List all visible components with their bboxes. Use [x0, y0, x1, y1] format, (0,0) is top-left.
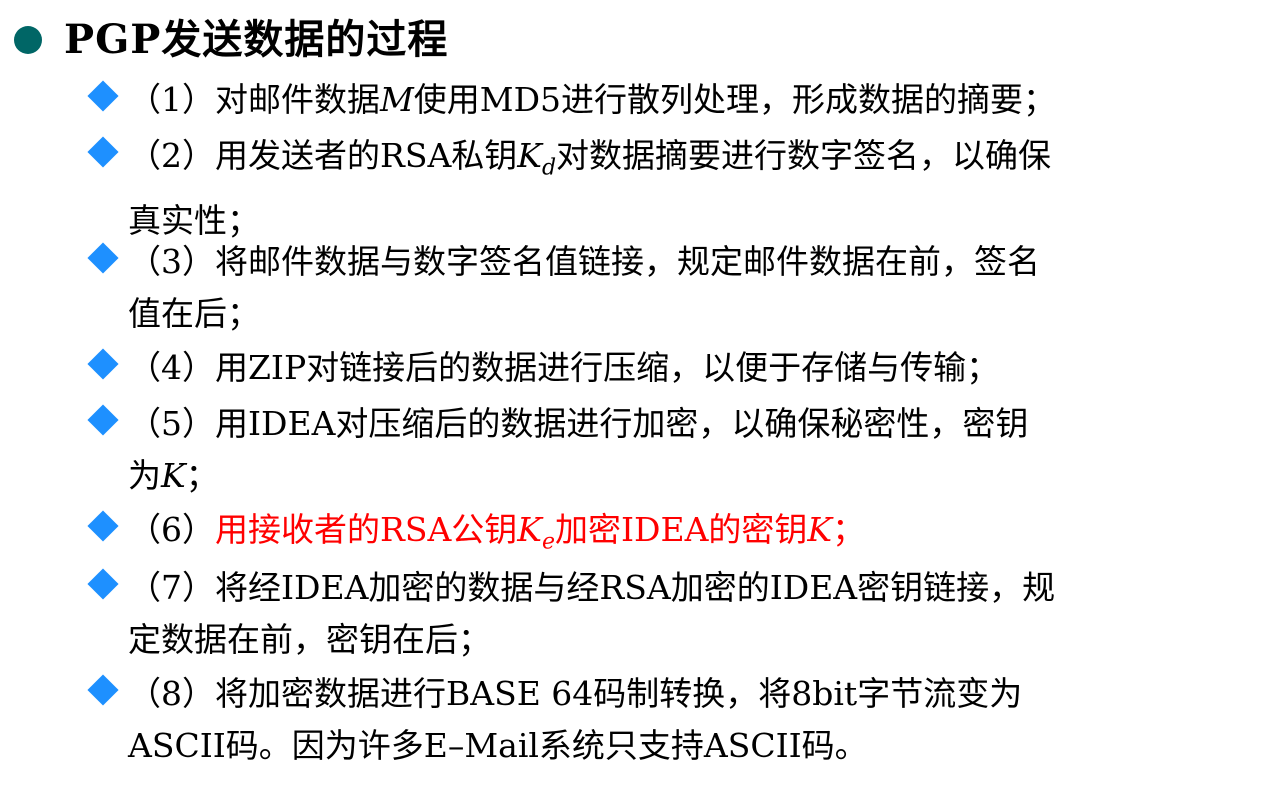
item-text: 将邮件数据与数字签名值链接，规定邮件数据在前，签名	[215, 242, 1040, 281]
item-text: 为	[128, 456, 161, 495]
item-text: ；	[832, 510, 866, 549]
list-item-8: （8）将加密数据进行BASE 64码制转换，将8bit字节流变为 ASCII码。…	[86, 668, 1256, 772]
slide-title: PGP发送数据的过程	[64, 16, 449, 63]
list-item-line: （7）将经IDEA加密的数据与经RSA加密的IDEA密钥链接，规	[86, 562, 1256, 614]
item-number: （6）	[128, 510, 215, 549]
list-item-line: （3）将邮件数据与数字签名值链接，规定邮件数据在前，签名	[86, 236, 1256, 288]
list-item-line: （1）对邮件数据M使用MD5进行散列处理，形成数据的摘要；	[86, 74, 1256, 126]
item-symbol: K	[807, 510, 833, 549]
diamond-bullet-icon	[87, 242, 119, 274]
list-item-7: （7）将经IDEA加密的数据与经RSA加密的IDEA密钥链接，规 定数据在前，密…	[86, 562, 1256, 666]
item-text: 对邮件数据	[215, 80, 380, 119]
diamond-bullet-icon	[87, 510, 119, 542]
diamond-bullet-icon	[87, 80, 119, 112]
item-symbol: M	[380, 80, 414, 119]
item-text: 用ZIP对链接后的数据进行压缩，以便于存储与传输；	[215, 348, 1000, 387]
item-text: 用IDEA对压缩后的数据进行加密，以确保秘密性，密钥	[215, 404, 1029, 443]
item-subscript: e	[541, 529, 555, 555]
list-item-continuation: ASCII码。因为许多E–Mail系统只支持ASCII码。	[128, 726, 868, 765]
item-text: 用接收者的RSA公钥	[215, 510, 518, 549]
item-symbol: K	[517, 136, 542, 175]
slide-title-row: PGP发送数据的过程	[14, 14, 448, 66]
list-item-2: （2）用发送者的RSA私钥Kd对数据摘要进行数字签名，以确保 真实性；	[86, 130, 1256, 247]
circle-bullet-icon	[14, 26, 42, 54]
item-number: （1）	[128, 80, 215, 119]
list-item-1: （1）对邮件数据M使用MD5进行散列处理，形成数据的摘要；	[86, 74, 1256, 126]
item-symbol: K	[517, 510, 542, 549]
item-text: 对数据摘要进行数字签名，以确保	[556, 136, 1052, 175]
list-item-continuation: 为K；	[86, 450, 1256, 502]
item-number: （2）	[128, 136, 215, 175]
list-item-line: （5）用IDEA对压缩后的数据进行加密，以确保秘密性，密钥	[86, 398, 1256, 450]
list-item-line: （6）用接收者的RSA公钥Ke加密IDEA的密钥K；	[86, 504, 1256, 569]
item-text: 使用MD5进行散列处理，形成数据的摘要；	[413, 80, 1057, 119]
item-subscript: d	[541, 155, 557, 181]
list-item-6: （6）用接收者的RSA公钥Ke加密IDEA的密钥K；	[86, 504, 1256, 569]
diamond-bullet-icon	[87, 674, 119, 706]
item-number: （5）	[128, 404, 215, 443]
item-text: 加密IDEA的密钥	[554, 510, 808, 549]
diamond-bullet-icon	[87, 136, 119, 168]
diamond-bullet-icon	[87, 568, 119, 600]
highlight-text: 用接收者的RSA公钥Ke加密IDEA的密钥K；	[215, 510, 866, 555]
item-number: （7）	[128, 568, 215, 607]
list-item-line: （2）用发送者的RSA私钥Kd对数据摘要进行数字签名，以确保	[86, 130, 1256, 195]
item-number: （3）	[128, 242, 215, 281]
item-text: 用发送者的RSA私钥	[215, 136, 518, 175]
list-item-3: （3）将邮件数据与数字签名值链接，规定邮件数据在前，签名 值在后；	[86, 236, 1256, 340]
item-symbol: K	[161, 456, 186, 495]
diamond-bullet-icon	[87, 348, 119, 380]
diamond-bullet-icon	[87, 404, 119, 436]
list-item-continuation: 定数据在前，密钥在后；	[128, 620, 491, 659]
list-item-continuation: 值在后；	[128, 294, 260, 333]
list-item-line: （4）用ZIP对链接后的数据进行压缩，以便于存储与传输；	[86, 342, 1256, 394]
list-item-4: （4）用ZIP对链接后的数据进行压缩，以便于存储与传输；	[86, 342, 1256, 394]
item-number: （4）	[128, 348, 215, 387]
item-number: （8）	[128, 674, 215, 713]
item-text: ；	[185, 456, 219, 495]
item-text: 将加密数据进行BASE 64码制转换，将8bit字节流变为	[215, 674, 1023, 713]
list-item-line: （8）将加密数据进行BASE 64码制转换，将8bit字节流变为	[86, 668, 1256, 720]
list-item-5: （5）用IDEA对压缩后的数据进行加密，以确保秘密性，密钥 为K；	[86, 398, 1256, 502]
item-text: 将经IDEA加密的数据与经RSA加密的IDEA密钥链接，规	[215, 568, 1056, 607]
